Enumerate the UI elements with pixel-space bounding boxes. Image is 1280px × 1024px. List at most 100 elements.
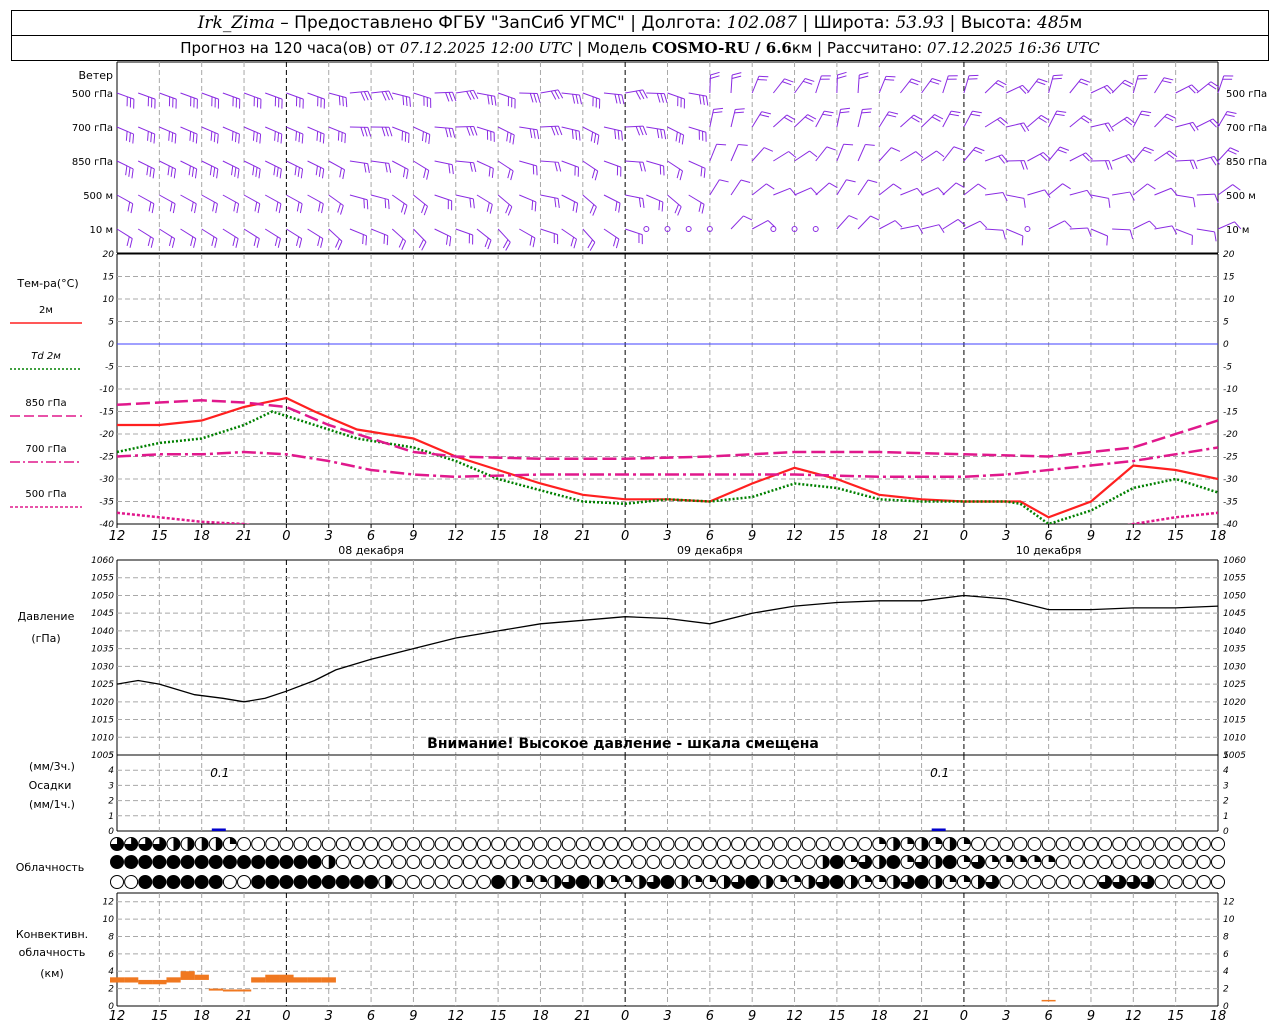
cloud-circle-outline xyxy=(1140,837,1155,851)
cloud-circle-fill xyxy=(893,837,900,851)
wind-barb-flag xyxy=(716,143,727,146)
wind-barb-flag xyxy=(828,182,838,189)
wind-barb-flag xyxy=(231,131,234,141)
precip-axis-tick-left: 4 xyxy=(108,766,114,776)
cloud-cover-circle xyxy=(293,875,308,889)
cloud-cover-circle xyxy=(1041,837,1056,851)
wind-barb-flag xyxy=(451,200,453,211)
cloud-cover-circle xyxy=(844,837,858,851)
cloud-cover-circle xyxy=(1126,837,1141,851)
wind-barb-staff xyxy=(1196,228,1215,233)
wind-barb-staff xyxy=(730,179,742,196)
precip-axis-tick-right: 3 xyxy=(1223,781,1229,791)
cloud-cover-circle xyxy=(1140,837,1155,851)
wind-barb-staff xyxy=(243,126,261,135)
wind-barb xyxy=(222,92,241,109)
wind-barb-staff xyxy=(1132,183,1148,196)
wind-barb xyxy=(222,160,240,179)
wind-barb-flag xyxy=(862,108,872,111)
wind-barb xyxy=(222,194,240,214)
cloud-cover-circle xyxy=(1083,855,1098,869)
wind-barb-staff xyxy=(646,160,664,167)
wind-barb xyxy=(328,194,344,215)
wind-barb-flag xyxy=(1149,220,1157,229)
cloud-circle-fill xyxy=(195,875,209,889)
wind-barb-staff xyxy=(1111,116,1128,128)
wind-barb-flag xyxy=(979,220,988,229)
wind-barb-staff xyxy=(921,114,935,128)
conv-axis-tick-left: 12 xyxy=(103,898,115,908)
time-tick-label-bottom: 15 xyxy=(151,1009,168,1024)
conv-bar xyxy=(180,971,195,980)
wind-barb xyxy=(1027,189,1051,198)
wind-barb xyxy=(900,187,924,196)
pressure-axis-tick-right: 1010 xyxy=(1223,733,1246,743)
cloud-circle-fill xyxy=(723,875,731,889)
wind-barb-staff xyxy=(476,92,495,97)
time-tick-label: 9 xyxy=(748,529,756,544)
wind-barb-flag xyxy=(642,198,645,208)
cloud-cover-circle xyxy=(434,875,449,889)
time-tick-label: 0 xyxy=(960,529,968,544)
wind-barb-staff xyxy=(942,182,957,196)
wind-barb xyxy=(434,126,456,138)
wind-barb-flag xyxy=(553,233,555,244)
cloud-circle-outline xyxy=(307,837,322,851)
cloud-circle-fill xyxy=(935,837,943,844)
wind-barb xyxy=(773,151,797,162)
wind-barb-staff xyxy=(137,126,155,135)
wind-barb-staff xyxy=(857,179,869,196)
cloud-circle-outline xyxy=(844,837,858,851)
temp-axis-tick-left: 5 xyxy=(108,318,114,328)
wind-barb-flag xyxy=(713,107,724,110)
wind-barb xyxy=(476,92,497,106)
wind-barb-flag xyxy=(512,134,515,145)
cloud-circle-fill xyxy=(554,875,562,889)
wind-barb-flag xyxy=(536,93,541,103)
wind-barb-flag xyxy=(616,165,619,176)
wind-barb-flag xyxy=(493,132,495,142)
wind-barb-staff xyxy=(413,92,431,99)
cloud-cover-circle xyxy=(886,837,901,851)
cloud-circle-outline xyxy=(1182,855,1197,869)
cloud-circle-fill xyxy=(851,875,858,889)
cloud-circle-fill xyxy=(215,837,223,851)
cloud-cover-circle xyxy=(208,837,223,851)
wind-barb-flag xyxy=(152,168,155,179)
wind-barb-flag xyxy=(342,96,344,107)
wind-barb-flag xyxy=(913,114,923,121)
wind-barb-flag xyxy=(1222,78,1233,80)
wind-barb xyxy=(1196,193,1219,204)
cloud-circle-fill xyxy=(166,875,180,889)
conv-bar xyxy=(307,977,322,983)
wind-barb-staff xyxy=(985,228,1004,231)
cloud-cover-circle xyxy=(519,855,534,869)
cloud-circle-outline xyxy=(1182,875,1197,889)
wind-barb-flag xyxy=(554,161,558,172)
temp-series-Td-2м xyxy=(117,410,1218,524)
time-tick-label-bottom: 12 xyxy=(1125,1009,1142,1024)
cloud-cover-circle xyxy=(505,855,520,869)
cloud-cover-circle xyxy=(759,875,774,889)
cloud-circle-fill xyxy=(639,875,646,889)
cloud-cover-circle xyxy=(222,875,237,889)
wind-barb-flag xyxy=(658,200,661,211)
wind-barb-flag xyxy=(757,79,768,81)
cloud-cover-circle xyxy=(646,837,661,851)
wind-barb xyxy=(878,75,896,94)
wind-barb-staff xyxy=(878,220,896,230)
wind-barb xyxy=(751,75,769,94)
wind-barb-staff xyxy=(201,160,219,170)
wind-barb-flag xyxy=(536,165,538,176)
cloud-cover-circle xyxy=(222,837,237,851)
wind-barb-flag xyxy=(614,94,618,104)
pressure-axis-tick-right: 1040 xyxy=(1223,627,1246,637)
cloud-cover-circle xyxy=(688,875,703,889)
wind-barb-staff xyxy=(582,228,596,243)
cloud-circle-fill xyxy=(596,875,604,889)
time-tick-label: 12 xyxy=(109,529,126,544)
cloud-cover-circle xyxy=(942,875,957,889)
wind-barb xyxy=(561,126,581,141)
cloud-cover-circle xyxy=(477,855,491,869)
wind-barb xyxy=(264,228,281,248)
